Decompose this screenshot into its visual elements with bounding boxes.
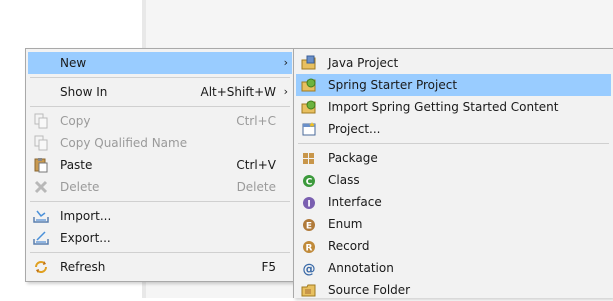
menu-item-shortcut: F5 bbox=[261, 260, 276, 274]
submenu-item-record[interactable]: R Record bbox=[296, 235, 611, 257]
svg-text:I: I bbox=[307, 200, 310, 210]
export-icon bbox=[33, 230, 49, 246]
spring-import-icon bbox=[301, 99, 317, 115]
menu-item-label: Copy bbox=[60, 114, 91, 128]
menu-item-shortcut: Ctrl+V bbox=[236, 158, 276, 172]
package-icon bbox=[301, 150, 317, 166]
submenu-item-label: Import Spring Getting Started Content bbox=[328, 100, 559, 114]
menu-item-shortcut: Ctrl+C bbox=[236, 114, 276, 128]
submenu-item-label: Annotation bbox=[328, 261, 394, 275]
menu-item-export[interactable]: Export... bbox=[28, 227, 292, 249]
menu-item-delete[interactable]: Delete Delete bbox=[28, 176, 292, 198]
menu-item-label: Show In bbox=[60, 85, 108, 99]
submenu-arrow-icon: › bbox=[283, 56, 288, 69]
submenu-item-enum[interactable]: E Enum bbox=[296, 213, 611, 235]
submenu-item-label: Spring Starter Project bbox=[328, 78, 458, 92]
submenu-arrow-icon: › bbox=[283, 85, 288, 98]
svg-text:R: R bbox=[306, 244, 313, 254]
menu-item-import[interactable]: Import... bbox=[28, 205, 292, 227]
submenu-item-spring-starter-project[interactable]: Spring Starter Project bbox=[296, 74, 611, 96]
menu-item-label: Refresh bbox=[60, 260, 106, 274]
menu-separator bbox=[30, 106, 290, 107]
menu-item-label: Export... bbox=[60, 231, 111, 245]
submenu-item-java-project[interactable]: Java Project bbox=[296, 52, 611, 74]
submenu-item-import-spring-content[interactable]: Import Spring Getting Started Content bbox=[296, 96, 611, 118]
menu-item-refresh[interactable]: Refresh F5 bbox=[28, 256, 292, 278]
menu-separator bbox=[30, 77, 290, 78]
menu-item-show-in[interactable]: Show In Alt+Shift+W › bbox=[28, 81, 292, 103]
submenu-item-label: Project... bbox=[328, 122, 381, 136]
submenu-item-annotation[interactable]: @ Annotation bbox=[296, 257, 611, 279]
submenu-item-label: Interface bbox=[328, 195, 382, 209]
java-project-icon bbox=[301, 55, 317, 71]
menu-item-label: New bbox=[60, 56, 87, 70]
submenu-item-label: Record bbox=[328, 239, 370, 253]
import-icon bbox=[33, 208, 49, 224]
submenu-item-interface[interactable]: I Interface bbox=[296, 191, 611, 213]
copy-icon bbox=[33, 113, 49, 129]
menu-item-label: Paste bbox=[60, 158, 93, 172]
submenu-item-class[interactable]: C Class bbox=[296, 169, 611, 191]
menu-item-paste[interactable]: Paste Ctrl+V bbox=[28, 154, 292, 176]
menu-item-label: Import... bbox=[60, 209, 112, 223]
menu-item-shortcut: Delete bbox=[236, 180, 276, 194]
class-icon: C bbox=[301, 172, 317, 188]
menu-item-label: Copy Qualified Name bbox=[60, 136, 188, 150]
spring-starter-icon bbox=[301, 77, 317, 93]
submenu-item-project[interactable]: Project... bbox=[296, 118, 611, 140]
menu-item-copy[interactable]: Copy Ctrl+C bbox=[28, 110, 292, 132]
submenu-item-label: Enum bbox=[328, 217, 363, 231]
menu-item-copy-qualified-name[interactable]: Copy Qualified Name bbox=[28, 132, 292, 154]
project-icon bbox=[301, 121, 317, 137]
menu-item-new[interactable]: New › bbox=[28, 52, 292, 74]
interface-icon: I bbox=[301, 194, 317, 210]
menu-separator bbox=[298, 143, 609, 144]
source-folder-icon bbox=[301, 282, 317, 298]
delete-icon bbox=[33, 179, 49, 195]
new-submenu: Java Project Spring Starter Project Impo… bbox=[293, 48, 613, 298]
context-menu: New › Show In Alt+Shift+W › Copy Ctrl+C … bbox=[25, 48, 295, 282]
menu-item-shortcut: Alt+Shift+W bbox=[200, 85, 277, 99]
svg-text:@: @ bbox=[303, 262, 316, 276]
paste-icon bbox=[33, 157, 49, 173]
menu-separator bbox=[30, 201, 290, 202]
submenu-item-label: Class bbox=[328, 173, 360, 187]
menu-item-label: Delete bbox=[60, 180, 100, 194]
copy-qualified-icon bbox=[33, 135, 49, 151]
submenu-item-label: Source Folder bbox=[328, 283, 411, 297]
enum-icon: E bbox=[301, 216, 317, 232]
annotation-icon: @ bbox=[301, 260, 317, 276]
record-icon: R bbox=[301, 238, 317, 254]
refresh-icon bbox=[33, 259, 49, 275]
submenu-item-label: Package bbox=[328, 151, 378, 165]
menu-separator bbox=[30, 252, 290, 253]
submenu-item-label: Java Project bbox=[328, 56, 399, 70]
svg-text:E: E bbox=[306, 222, 312, 232]
submenu-item-package[interactable]: Package bbox=[296, 147, 611, 169]
svg-text:C: C bbox=[306, 178, 313, 188]
